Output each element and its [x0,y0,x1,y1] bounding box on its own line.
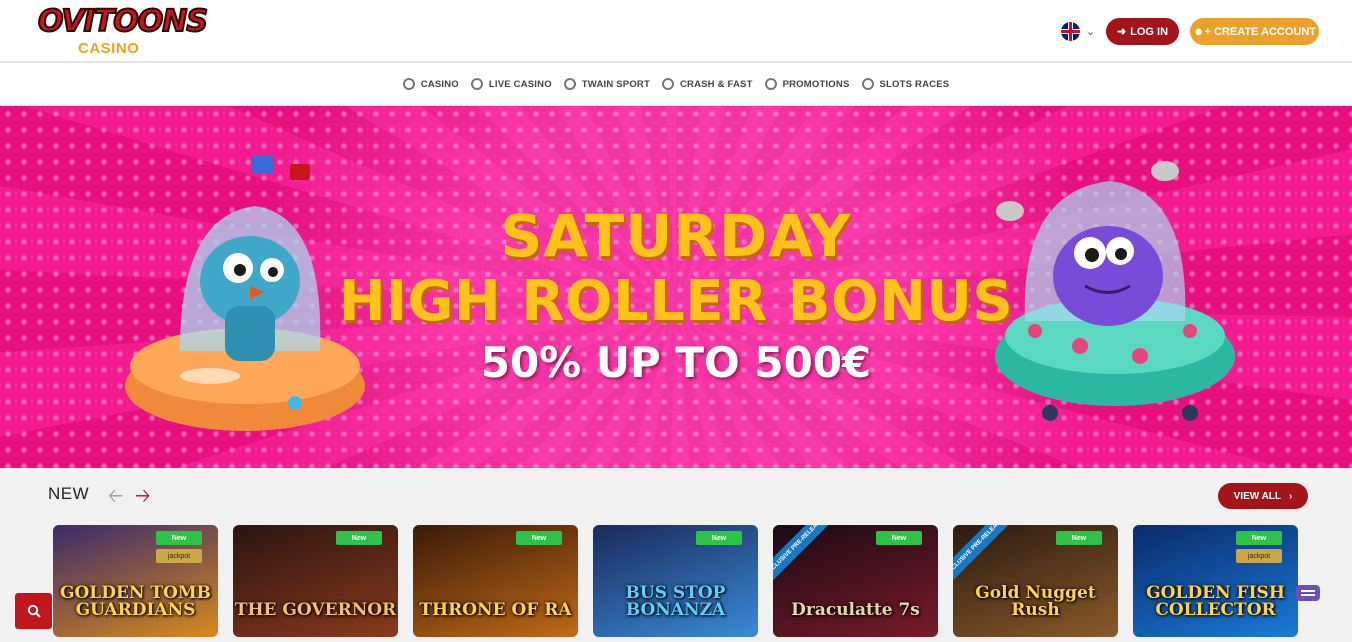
uk-flag-icon [1061,21,1080,41]
user-plus-icon: ☻+ [1192,25,1211,38]
game-tile[interactable]: New THRONE OF RA [413,525,578,637]
banner-offer: 50% UP TO 500€ [480,338,872,387]
nav-item-promotions[interactable]: PROMOTIONS [764,78,850,90]
banner-title-line2: HIGH ROLLER BONUS [338,269,1014,334]
exclusive-ribbon: EXCLUSIVE PRE-RELEASE [773,525,829,581]
chat-widget-button[interactable] [1296,585,1320,601]
nav-label: SLOTS RACES [879,78,950,90]
game-tile[interactable]: New BUS STOP BONANZA [593,525,758,637]
nav-label: CASINO [420,78,459,90]
game-tile[interactable]: New jackpot GOLDEN TOMB GUARDIANS [53,525,218,637]
casino-icon [402,78,415,90]
sport-ball-icon [563,78,576,90]
site-logo[interactable]: OVITOONS CASINO [37,3,209,58]
game-tile[interactable]: EXCLUSIVE PRE-RELEASE New Gold Nugget Rush [953,525,1118,637]
nav-item-casino[interactable]: CASINO [402,78,459,90]
nav-item-twain-sport[interactable]: TWAIN SPORT [563,78,650,90]
carousel-next-arrow-icon[interactable]: 🡢 [135,482,150,514]
game-title: GOLDEN FISH COLLECTOR [1146,583,1285,620]
game-tile[interactable]: New jackpot GOLDEN FISH COLLECTOR [1133,525,1298,637]
search-icon [27,604,41,618]
exclusive-ribbon: EXCLUSIVE PRE-RELEASE [953,525,1009,581]
view-all-label: VIEW ALL [1233,490,1282,502]
game-title: THE GOVERNOR [234,600,397,620]
gift-icon [764,78,777,90]
new-badge: New [336,531,382,545]
section-title: NEW [48,484,90,503]
new-badge: New [1056,531,1102,545]
new-badge: New [1236,531,1282,545]
login-button[interactable]: ➜ LOG IN [1106,18,1179,45]
live-casino-icon [470,78,483,90]
promo-banner[interactable]: SATURDAY HIGH ROLLER BONUS 50% UP TO 500… [0,106,1352,468]
nav-item-crash-fast[interactable]: CRASH & FAST [661,78,753,90]
new-badge: New [876,531,922,545]
game-tile[interactable]: New THE GOVERNOR [233,525,398,637]
chevron-down-icon: ⌄ [1086,25,1096,38]
site-header: OVITOONS CASINO ⌄ ➜ LOG IN ☻+ CREATE ACC… [0,0,1352,62]
game-title: Draculatte 7s [791,600,920,620]
new-badge: New [696,531,742,545]
chevron-right-icon: › [1289,490,1293,502]
carousel-prev-arrow-icon[interactable]: 🡠 [108,482,123,514]
jackpot-badge: jackpot [1236,549,1282,563]
game-title: BUS STOP BONANZA [625,583,726,620]
nav-item-live-casino[interactable]: LIVE CASINO [470,78,552,90]
game-title: THRONE OF RA [419,600,572,620]
game-tile[interactable]: EXCLUSIVE PRE-RELEASE New Draculatte 7s [773,525,938,637]
login-label: LOG IN [1130,25,1169,38]
create-account-label: CREATE ACCOUNT [1213,25,1317,38]
new-badge: New [156,531,202,545]
nav-label: TWAIN SPORT [581,78,650,90]
main-nav: CASINO LIVE CASINO TWAIN SPORT CRASH & F… [0,63,1352,105]
nav-label: LIVE CASINO [488,78,552,90]
nav-item-slots-races[interactable]: SLOTS RACES [861,78,950,90]
jackpot-badge: jackpot [156,549,202,563]
view-all-button[interactable]: VIEW ALL › [1218,483,1308,509]
rocket-icon [661,78,674,90]
logo-subtitle: CASINO [78,40,140,57]
create-account-button[interactable]: ☻+ CREATE ACCOUNT [1190,18,1319,45]
trophy-icon [861,78,874,90]
search-button[interactable] [15,593,52,629]
login-icon: ➜ [1116,26,1127,38]
nav-label: CRASH & FAST [679,78,753,90]
logo-text: OVITOONS [37,3,209,40]
nav-label: PROMOTIONS [782,78,850,90]
new-badge: New [516,531,562,545]
language-selector[interactable]: ⌄ [1061,21,1101,41]
game-title: GOLDEN TOMB GUARDIANS [59,583,212,620]
game-title: Gold Nugget Rush [975,583,1096,620]
banner-title-line1: SATURDAY [500,202,852,270]
